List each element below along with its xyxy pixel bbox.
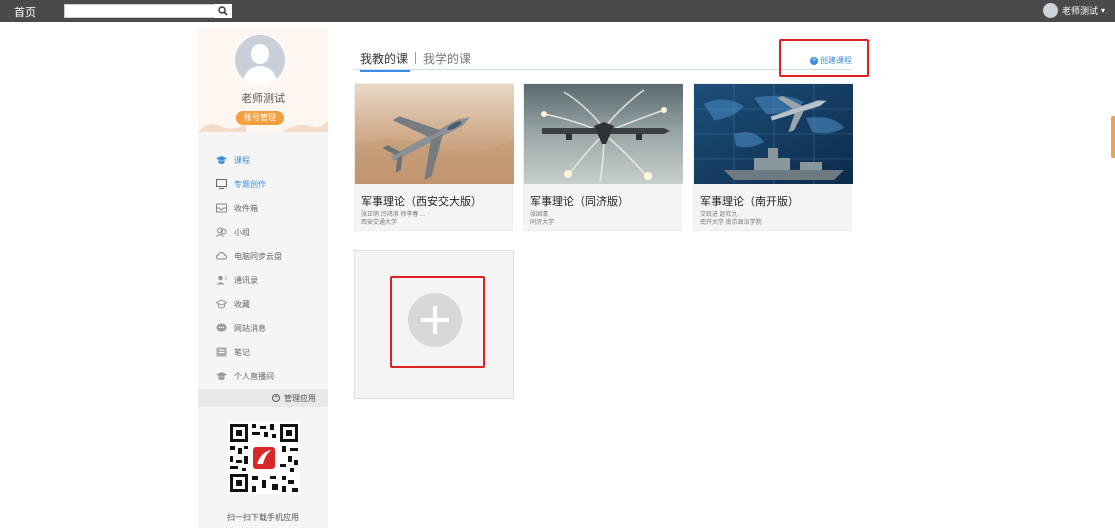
sidebar-item-site-messages[interactable]: 网站消息 xyxy=(198,316,328,340)
top-navigation-bar: 首页 老师测试 ▾ xyxy=(0,0,1115,22)
course-title[interactable]: 军事理论（同济版） xyxy=(524,189,681,209)
course-card[interactable]: 军事理论（南开版） 艾跃进 赵欢九 南开大学 南京政治学院 xyxy=(693,83,853,231)
plus-circle-icon: + xyxy=(272,394,280,402)
sidebar: 老师测试 账号管理 课程 专题创作 收件箱 小组 电脑同步云盘 通讯录 收藏 网… xyxy=(198,28,328,528)
sidebar-item-group[interactable]: 小组 xyxy=(198,220,328,244)
sidebar-item-label: 网站消息 xyxy=(234,323,266,333)
course-cover-image xyxy=(355,84,514,184)
highlight-box-add xyxy=(390,276,485,368)
sidebar-menu: 课程 专题创作 收件箱 小组 电脑同步云盘 通讯录 收藏 网站消息 笔记 个人直… xyxy=(198,148,328,388)
monitor-icon xyxy=(215,178,227,190)
profile-panel: 老师测试 账号管理 xyxy=(198,28,328,132)
sidebar-item-favorites[interactable]: 收藏 xyxy=(198,292,328,316)
profile-avatar[interactable] xyxy=(235,35,285,85)
sidebar-item-label: 收藏 xyxy=(234,299,250,309)
course-school: 同济大学 xyxy=(530,220,555,226)
course-tabs: 我教的课 我学的课 xyxy=(354,50,852,72)
manage-apps-button[interactable]: + 管理应用 xyxy=(198,389,328,407)
sidebar-item-label: 小组 xyxy=(234,227,250,237)
tab-divider xyxy=(415,52,416,64)
chevron-down-icon: ▾ xyxy=(1100,6,1105,15)
course-teachers: 张正明 闫鸿滨 徐李春 ... xyxy=(361,212,426,218)
contacts-icon xyxy=(215,274,227,286)
user-menu[interactable]: 老师测试 ▾ xyxy=(1042,3,1105,18)
course-card[interactable]: 军事理论（同济版） 张国清 同济大学 xyxy=(523,83,683,231)
sidebar-item-label: 课程 xyxy=(234,155,250,165)
bookmark-icon xyxy=(215,298,227,310)
search-input[interactable] xyxy=(64,4,232,18)
home-link[interactable]: 首页 xyxy=(14,4,36,20)
course-teachers: 艾跃进 赵欢九 xyxy=(700,212,738,218)
course-school: 南开大学 南京政治学院 xyxy=(700,220,762,226)
user-name: 老师测试 xyxy=(1061,6,1098,16)
inbox-icon xyxy=(215,202,227,214)
profile-name: 老师测试 xyxy=(241,93,285,105)
live-icon xyxy=(215,370,227,382)
course-school: 西安交通大学 xyxy=(361,220,398,226)
qr-caption: 扫一扫下载手机应用 xyxy=(227,513,299,522)
sidebar-item-label: 电脑同步云盘 xyxy=(234,251,282,261)
course-title[interactable]: 军事理论（南开版） xyxy=(694,189,851,209)
sidebar-item-cloud-drive[interactable]: 电脑同步云盘 xyxy=(198,244,328,268)
avatar xyxy=(1042,3,1058,18)
search-icon[interactable] xyxy=(214,4,232,18)
sidebar-item-label: 通讯录 xyxy=(234,275,258,285)
app-download-qr-code xyxy=(228,422,300,494)
sidebar-item-contacts[interactable]: 通讯录 xyxy=(198,268,328,292)
message-icon xyxy=(215,322,227,334)
note-icon xyxy=(215,346,227,358)
manage-apps-label: 管理应用 xyxy=(284,393,316,403)
sidebar-item-courses[interactable]: 课程 xyxy=(198,148,328,172)
course-teachers: 张国清 xyxy=(530,212,549,218)
course-title[interactable]: 军事理论（西安交大版） xyxy=(355,189,512,209)
profile-wave-decoration xyxy=(198,120,328,132)
sidebar-item-label: 收件箱 xyxy=(234,203,258,213)
sidebar-item-label: 笔记 xyxy=(234,347,250,357)
course-cover-image xyxy=(694,84,853,184)
cloud-icon xyxy=(215,250,227,262)
tab-learning-courses[interactable]: 我学的课 xyxy=(423,50,471,67)
sidebar-item-live-room[interactable]: 个人直播间 xyxy=(198,364,328,388)
sidebar-item-inbox[interactable]: 收件箱 xyxy=(198,196,328,220)
highlight-box-create xyxy=(779,39,869,77)
tab-teaching-courses[interactable]: 我教的课 xyxy=(360,50,411,72)
graduation-cap-icon xyxy=(215,154,227,166)
side-float-tab[interactable] xyxy=(1111,116,1115,158)
sidebar-item-topic-creation[interactable]: 专题创作 xyxy=(198,172,328,196)
course-card[interactable]: 军事理论（西安交大版） 张正明 闫鸿滨 徐李春 ... 西安交通大学 xyxy=(354,83,514,231)
sidebar-item-notes[interactable]: 笔记 xyxy=(198,340,328,364)
group-icon xyxy=(215,226,227,238)
course-cover-image xyxy=(524,84,683,184)
sidebar-item-label: 个人直播间 xyxy=(234,371,274,381)
sidebar-item-label: 专题创作 xyxy=(234,179,266,189)
